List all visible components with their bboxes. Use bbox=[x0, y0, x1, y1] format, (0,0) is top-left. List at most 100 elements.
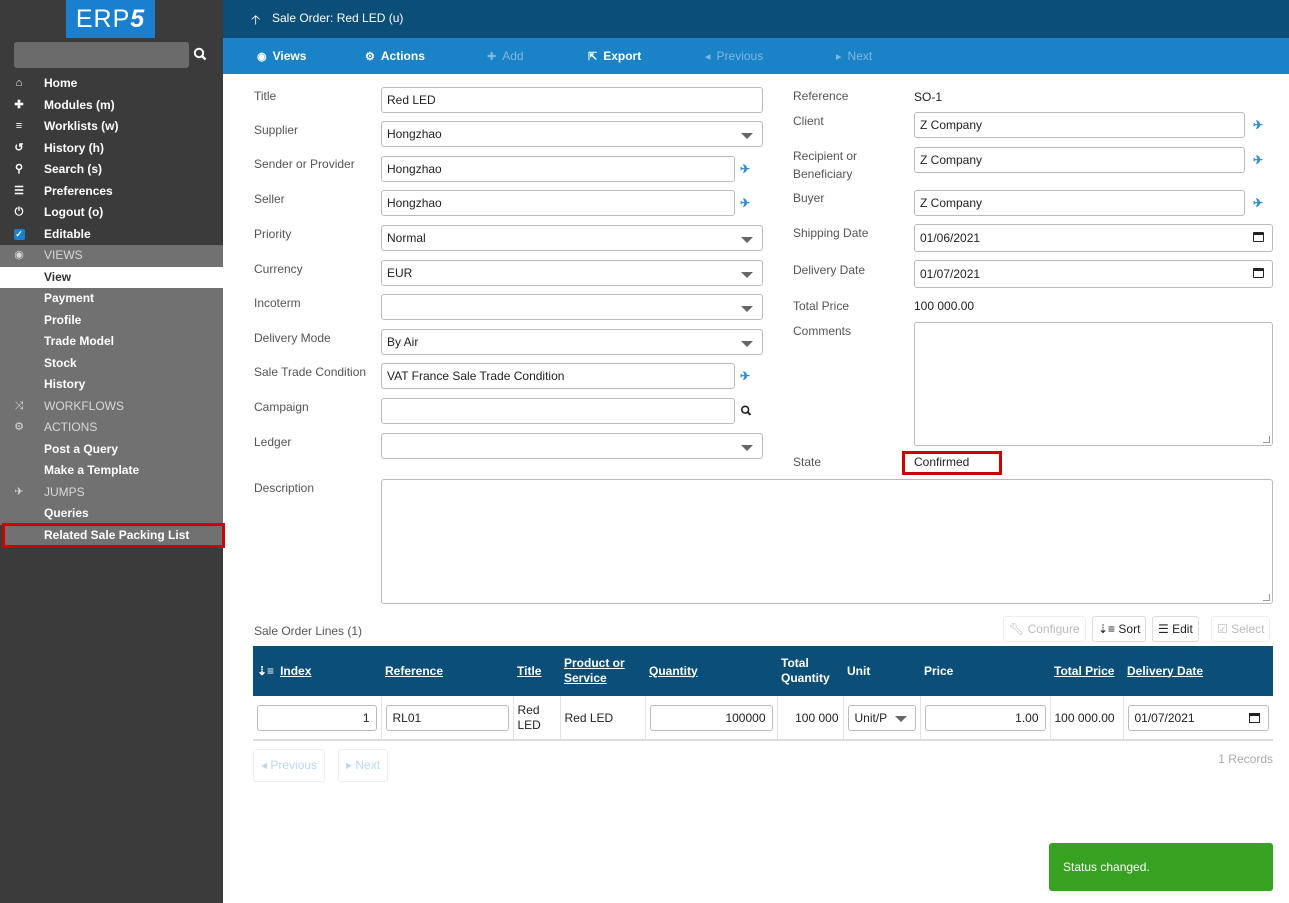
client-input[interactable]: Z Company bbox=[914, 112, 1245, 138]
table-row: 1 RL01 Red LED Red LED 100000 100 000 Un… bbox=[253, 696, 1273, 741]
previous-button[interactable]: ◂ Previous bbox=[705, 49, 763, 63]
plane-icon: ✈ bbox=[14, 485, 24, 498]
incoterm-select[interactable] bbox=[381, 294, 763, 320]
lines-next-button[interactable]: ▸ Next bbox=[338, 749, 389, 782]
lines-table: ⇣≡ Index Reference Title Product or Servic… bbox=[253, 646, 1273, 741]
sidebar-item-home[interactable]: ⌂ Home bbox=[0, 73, 223, 95]
sidebar-view-payment[interactable]: Payment bbox=[0, 288, 223, 310]
chevron-down-icon bbox=[741, 341, 753, 347]
sidebar-search-input[interactable] bbox=[14, 42, 189, 68]
col-delivery-date[interactable]: Delivery Date bbox=[1123, 646, 1273, 696]
recipient-label: Recipient or Beneficiary bbox=[793, 149, 858, 181]
plane-icon[interactable]: ✈ bbox=[1253, 153, 1263, 167]
plane-icon[interactable]: ✈ bbox=[740, 369, 750, 383]
edit-button[interactable]: ☰ Edit bbox=[1152, 616, 1199, 642]
description-textarea[interactable] bbox=[381, 479, 1273, 604]
quantity-input[interactable]: 100000 bbox=[649, 704, 773, 731]
sidebar-item-preferences[interactable]: ☰ Preferences bbox=[0, 181, 223, 203]
campaign-input[interactable] bbox=[381, 398, 735, 424]
col-reference[interactable]: Reference bbox=[381, 646, 513, 696]
plane-icon[interactable]: ✈ bbox=[740, 196, 750, 210]
supplier-select[interactable]: Hongzhao bbox=[381, 121, 763, 147]
ledger-label: Ledger bbox=[254, 435, 292, 449]
shipping-date-label: Shipping Date bbox=[793, 226, 869, 240]
sidebar-view-history[interactable]: History bbox=[0, 374, 223, 396]
client-label: Client bbox=[793, 114, 824, 128]
campaign-label: Campaign bbox=[254, 400, 309, 414]
sidebar-jump-queries[interactable]: Queries bbox=[0, 503, 223, 525]
sidebar-view-trade-model[interactable]: Trade Model bbox=[0, 331, 223, 353]
supplier-label: Supplier bbox=[254, 123, 299, 137]
buyer-input[interactable]: Z Company bbox=[914, 190, 1245, 216]
calendar-icon[interactable] bbox=[1253, 232, 1264, 242]
eye-icon: ◉ bbox=[257, 51, 267, 63]
shipping-date-input[interactable]: 01/06/2021 bbox=[914, 224, 1273, 252]
page-title[interactable]: Sale Order: Red LED (u) bbox=[272, 11, 403, 25]
seller-input[interactable]: Hongzhao bbox=[381, 190, 735, 216]
col-title[interactable]: Title bbox=[513, 646, 560, 696]
sidebar-view-view[interactable]: View bbox=[0, 266, 223, 288]
delivery-mode-select[interactable]: By Air bbox=[381, 329, 763, 355]
power-icon: ⏻ bbox=[14, 206, 24, 218]
calendar-icon[interactable] bbox=[1253, 268, 1264, 278]
sidebar-item-modules[interactable]: ✚ Modules (m) bbox=[0, 95, 223, 117]
search-icon[interactable] bbox=[740, 404, 752, 417]
workflows-section: ⤨ WORKFLOWS bbox=[0, 395, 223, 417]
sidebar-item-logout[interactable]: ⏻ Logout (o) bbox=[0, 202, 223, 224]
total-price-cell: 100 000.00 bbox=[1050, 696, 1124, 741]
resize-grip-icon[interactable] bbox=[1263, 594, 1270, 601]
actions-button[interactable]: ⚙ Actions bbox=[365, 49, 425, 63]
col-total-price[interactable]: Total Price bbox=[1050, 646, 1123, 696]
calendar-icon[interactable] bbox=[1249, 712, 1260, 723]
plane-icon[interactable]: ✈ bbox=[1253, 196, 1263, 210]
sidebar-item-worklists[interactable]: ≡ Worklists (w) bbox=[0, 116, 223, 138]
erp5-logo[interactable]: ERP5 bbox=[66, 0, 155, 38]
priority-select[interactable]: Normal bbox=[381, 225, 763, 251]
caret-left-icon: ◂ bbox=[261, 758, 271, 772]
sidebar-jump-related-sale-packing-list[interactable]: Related Sale Packing List bbox=[2, 522, 225, 548]
sidebar-view-stock[interactable]: Stock bbox=[0, 352, 223, 374]
comments-textarea[interactable] bbox=[914, 322, 1273, 446]
reference-input[interactable]: RL01 bbox=[385, 704, 509, 731]
resize-grip-icon[interactable] bbox=[1263, 436, 1270, 443]
sort-button[interactable]: ⇣≡ Sort bbox=[1092, 616, 1147, 642]
sidebar-action-post-query[interactable]: Post a Query bbox=[0, 438, 223, 460]
col-index[interactable]: ⇣≡ Index bbox=[253, 646, 381, 696]
sidebar-action-make-template[interactable]: Make a Template bbox=[0, 460, 223, 482]
export-button[interactable]: ⇱ Export bbox=[588, 49, 641, 63]
lines-previous-button[interactable]: ◂ Previous bbox=[253, 749, 326, 782]
delivery-date-input[interactable]: 01/07/2021 bbox=[914, 260, 1273, 288]
plane-icon[interactable]: ✈ bbox=[1253, 118, 1263, 132]
sidebar-item-history[interactable]: ↺ History (h) bbox=[0, 138, 223, 160]
currency-select[interactable]: EUR bbox=[381, 260, 763, 286]
checkbox-icon[interactable]: ✓ bbox=[13, 228, 25, 240]
sidebar-item-search[interactable]: ⚲ Search (s) bbox=[0, 159, 223, 181]
next-button[interactable]: ▸ Next bbox=[836, 49, 872, 63]
title-input[interactable]: Red LED bbox=[381, 87, 763, 113]
ledger-select[interactable] bbox=[381, 433, 763, 459]
toolbar: ◉ Views ⚙ Actions ✚ Add ⇱ Export ◂ Previous ▸… bbox=[223, 38, 1289, 74]
col-quantity[interactable]: Quantity bbox=[645, 646, 777, 696]
sidebar-view-profile[interactable]: Profile bbox=[0, 309, 223, 331]
sender-input[interactable]: Hongzhao bbox=[381, 156, 735, 182]
configure-button[interactable]: 🔧︎ Configure bbox=[1003, 616, 1086, 642]
views-button[interactable]: ◉ Views bbox=[257, 49, 306, 63]
col-price: Price bbox=[920, 646, 1050, 696]
eye-icon: ◉ bbox=[14, 249, 24, 261]
select-button[interactable]: ☑ Select bbox=[1211, 616, 1271, 642]
plane-icon[interactable]: ✈ bbox=[740, 162, 750, 176]
delivery-date-input[interactable]: 01/07/2021 bbox=[1127, 704, 1269, 731]
arrow-up-icon[interactable]: 🡡 bbox=[251, 11, 260, 33]
editable-checkbox[interactable]: ✓ Editable bbox=[0, 224, 223, 246]
unit-select[interactable]: Unit/P bbox=[847, 704, 916, 731]
chevron-down-icon bbox=[741, 237, 753, 243]
recipient-input[interactable]: Z Company bbox=[914, 147, 1245, 173]
col-product[interactable]: Product or Service bbox=[560, 646, 645, 696]
records-count: 1 Records bbox=[1218, 752, 1273, 766]
trade-condition-input[interactable]: VAT France Sale Trade Condition bbox=[381, 363, 735, 389]
price-input[interactable]: 1.00 bbox=[924, 704, 1046, 731]
add-button[interactable]: ✚ Add bbox=[487, 49, 524, 63]
index-input[interactable]: 1 bbox=[257, 704, 377, 731]
search-icon[interactable] bbox=[193, 46, 207, 62]
caret-left-icon: ◂ bbox=[705, 51, 711, 63]
